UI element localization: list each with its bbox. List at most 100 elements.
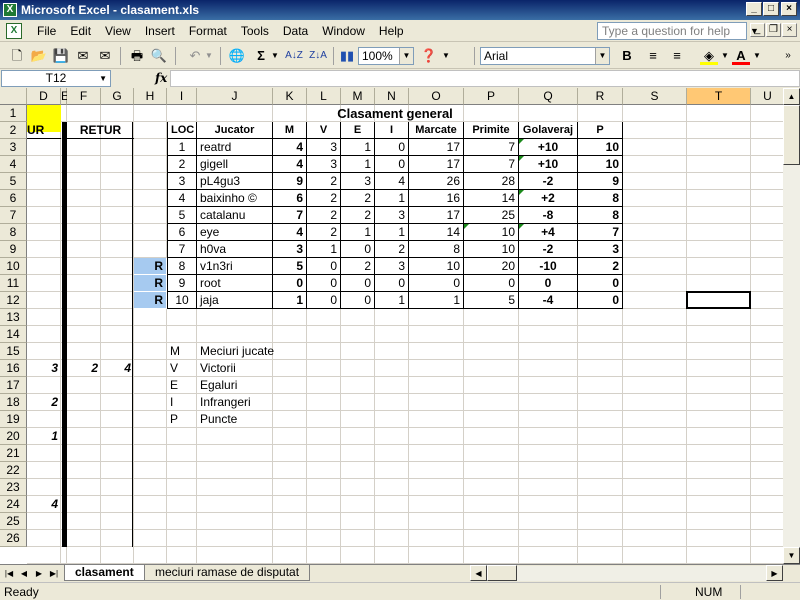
- row-header-2[interactable]: 2: [0, 122, 27, 139]
- table-cell-p[interactable]: 0: [578, 292, 623, 309]
- permission-icon[interactable]: ✉: [74, 47, 92, 65]
- doc-minimize-button[interactable]: _: [750, 23, 765, 37]
- table-cell-i[interactable]: 0: [375, 275, 409, 292]
- font-color-button[interactable]: A: [732, 47, 750, 65]
- table-cell-e[interactable]: 1: [341, 156, 375, 173]
- flag-cell[interactable]: R: [134, 275, 167, 292]
- table-cell-loc[interactable]: 2: [167, 156, 197, 173]
- table-cell-p[interactable]: 10: [578, 156, 623, 173]
- table-cell-i[interactable]: 3: [375, 207, 409, 224]
- autosum-dropdown-icon[interactable]: ▼: [270, 47, 280, 65]
- table-cell-e[interactable]: 0: [341, 292, 375, 309]
- bold-button[interactable]: B: [618, 47, 636, 65]
- table-cell-marcate[interactable]: 1: [409, 292, 464, 309]
- scroll-left-icon[interactable]: ◀: [470, 565, 487, 581]
- workbook-icon[interactable]: X: [6, 23, 22, 39]
- table-cell-marcate[interactable]: 16: [409, 190, 464, 207]
- row-header-24[interactable]: 24: [0, 496, 27, 513]
- column-header-u[interactable]: U: [751, 88, 783, 105]
- minimize-button[interactable]: _: [746, 2, 762, 16]
- legend-label[interactable]: Egaluri: [197, 377, 341, 394]
- table-cell-e[interactable]: 0: [341, 275, 375, 292]
- table-cell-golaveraj[interactable]: +2: [519, 190, 578, 207]
- table-cell-golaveraj[interactable]: +10: [519, 139, 578, 156]
- print-icon[interactable]: 🖶: [128, 47, 146, 65]
- table-cell-p[interactable]: 10: [578, 139, 623, 156]
- table-cell-m[interactable]: 4: [273, 139, 307, 156]
- table-cell-e[interactable]: 2: [341, 190, 375, 207]
- open-folder-icon[interactable]: 📂: [30, 47, 48, 65]
- vertical-scrollbar[interactable]: ▲ ▼: [783, 88, 800, 564]
- table-cell-e[interactable]: 2: [341, 258, 375, 275]
- table-cell-loc[interactable]: 6: [167, 224, 197, 241]
- column-header-n[interactable]: N: [375, 88, 409, 105]
- row-header-16[interactable]: 16: [0, 360, 27, 377]
- row-header-23[interactable]: 23: [0, 479, 27, 496]
- table-cell-p[interactable]: 0: [578, 275, 623, 292]
- row-header-18[interactable]: 18: [0, 394, 27, 411]
- row-header-20[interactable]: 20: [0, 428, 27, 445]
- table-cell-p[interactable]: 9: [578, 173, 623, 190]
- row-header-4[interactable]: 4: [0, 156, 27, 173]
- table-cell-p[interactable]: 8: [578, 207, 623, 224]
- first-sheet-icon[interactable]: |◀: [3, 567, 15, 580]
- row-header-6[interactable]: 6: [0, 190, 27, 207]
- undo-icon[interactable]: ↶: [186, 47, 204, 65]
- select-all-corner[interactable]: [0, 88, 27, 105]
- column-header-g[interactable]: G: [101, 88, 134, 105]
- help-search-input[interactable]: Type a question for help: [597, 22, 747, 40]
- row-header-12[interactable]: 12: [0, 292, 27, 309]
- row-header-22[interactable]: 22: [0, 462, 27, 479]
- legend-code[interactable]: E: [167, 377, 197, 394]
- legend-code[interactable]: P: [167, 411, 197, 428]
- table-cell-i[interactable]: 1: [375, 224, 409, 241]
- zoom-select[interactable]: 100% ▼: [358, 47, 414, 65]
- toolbar-options-icon[interactable]: »: [782, 47, 794, 65]
- table-cell-v[interactable]: 2: [307, 207, 341, 224]
- flag-cell[interactable]: R: [134, 292, 167, 309]
- menu-data[interactable]: Data: [276, 24, 315, 38]
- table-cell-m[interactable]: 0: [273, 275, 307, 292]
- row-header-5[interactable]: 5: [0, 173, 27, 190]
- horizontal-scrollbar[interactable]: ◀ ▶: [470, 565, 783, 581]
- table-cell-golaveraj[interactable]: -2: [519, 173, 578, 190]
- table-cell-v[interactable]: 0: [307, 258, 341, 275]
- scroll-up-icon[interactable]: ▲: [783, 88, 800, 105]
- table-cell-jucator[interactable]: gigell: [197, 156, 273, 173]
- table-cell-marcate[interactable]: 26: [409, 173, 464, 190]
- name-box-dropdown-icon[interactable]: ▼: [99, 71, 107, 86]
- table-cell-marcate[interactable]: 10: [409, 258, 464, 275]
- table-cell-v[interactable]: 2: [307, 224, 341, 241]
- table-cell-i[interactable]: 3: [375, 258, 409, 275]
- tur-value[interactable]: 3: [27, 360, 61, 377]
- table-cell-i[interactable]: 2: [375, 241, 409, 258]
- column-header-q[interactable]: Q: [519, 88, 578, 105]
- table-cell-v[interactable]: 2: [307, 190, 341, 207]
- table-cell-golaveraj[interactable]: -4: [519, 292, 578, 309]
- column-header-h[interactable]: H: [134, 88, 167, 105]
- align-right-icon[interactable]: ≡: [668, 47, 686, 65]
- table-cell-e[interactable]: 1: [341, 139, 375, 156]
- table-cell-m[interactable]: 1: [273, 292, 307, 309]
- legend-code[interactable]: M: [167, 343, 197, 360]
- menu-file[interactable]: File: [30, 24, 63, 38]
- table-cell-marcate[interactable]: 0: [409, 275, 464, 292]
- table-cell-m[interactable]: 5: [273, 258, 307, 275]
- row-header-1[interactable]: 1: [0, 105, 27, 122]
- row-header-7[interactable]: 7: [0, 207, 27, 224]
- scroll-down-icon[interactable]: ▼: [783, 547, 800, 564]
- table-cell-v[interactable]: 3: [307, 139, 341, 156]
- table-cell-v[interactable]: 2: [307, 173, 341, 190]
- doc-restore-button[interactable]: ❐: [766, 23, 781, 37]
- table-cell-jucator[interactable]: jaja: [197, 292, 273, 309]
- sort-descending-icon[interactable]: Z↓A: [308, 47, 328, 65]
- menu-window[interactable]: Window: [315, 24, 372, 38]
- help-icon[interactable]: ❓: [420, 47, 438, 65]
- table-cell-golaveraj[interactable]: +4: [519, 224, 578, 241]
- menu-edit[interactable]: Edit: [63, 24, 98, 38]
- tab-meciuri-ramase[interactable]: meciuri ramase de disputat: [144, 565, 311, 581]
- new-document-icon[interactable]: 🗋: [8, 47, 26, 65]
- table-cell-golaveraj[interactable]: +10: [519, 156, 578, 173]
- menu-tools[interactable]: Tools: [234, 24, 276, 38]
- table-cell-e[interactable]: 2: [341, 207, 375, 224]
